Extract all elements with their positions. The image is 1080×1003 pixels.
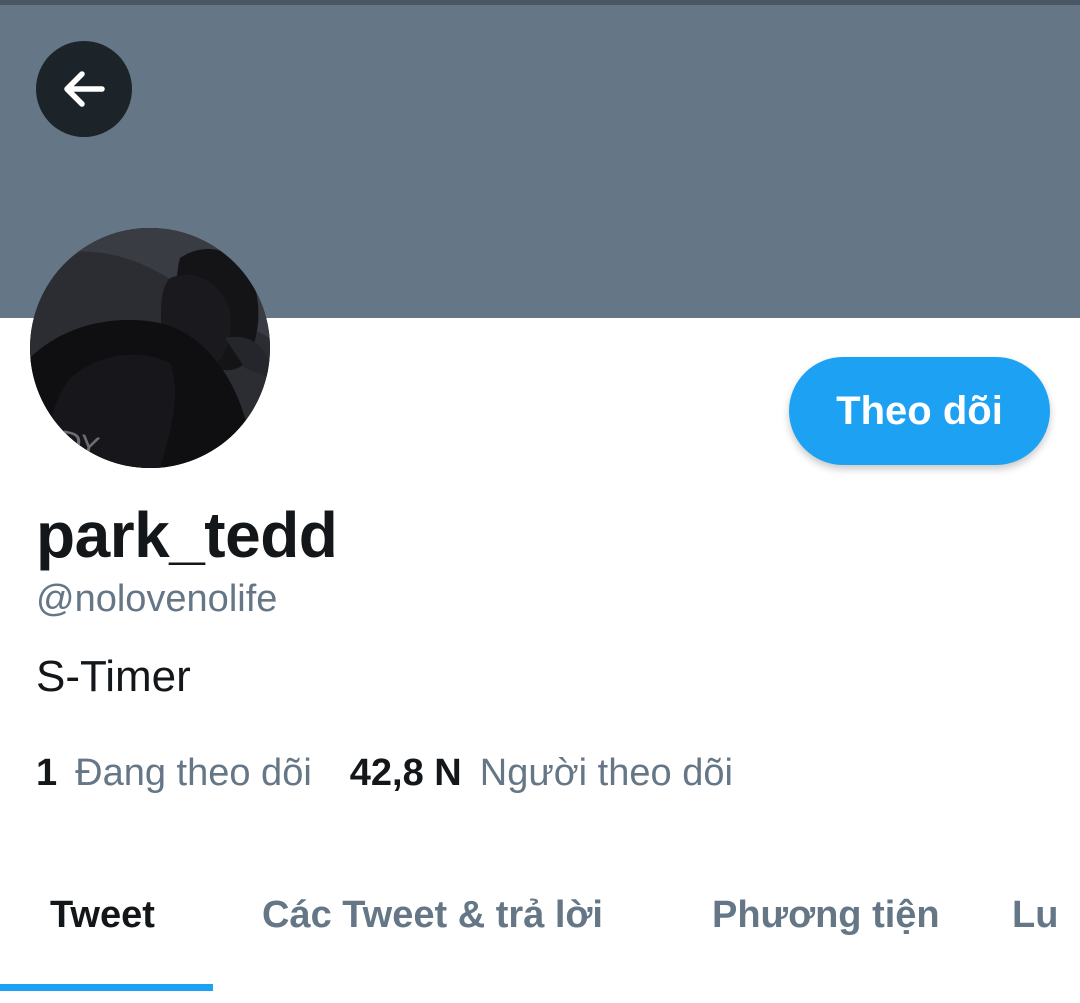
follow-button-label: Theo dõi: [836, 388, 1003, 433]
tab-tweets-and-replies[interactable]: Các Tweet & trả lời: [262, 894, 603, 937]
display-name: park_tedd: [36, 499, 338, 571]
profile-page: DDY Theo dõi park_tedd @nolovenolife S-T…: [0, 0, 1080, 1003]
active-tab-indicator: [0, 984, 213, 991]
profile-tabs: Tweet Các Tweet & trả lời Phương tiện Lu: [0, 866, 1080, 1003]
follow-stats: 1 Đang theo dõi 42,8 N Người theo dõi: [36, 752, 733, 795]
following-label: Đang theo dõi: [75, 752, 312, 794]
following-count: 1: [36, 752, 58, 794]
tab-likes[interactable]: Lu: [1012, 894, 1058, 937]
followers-count: 42,8 N: [349, 752, 462, 794]
arrow-left-icon: [58, 63, 110, 115]
tab-media[interactable]: Phương tiện: [712, 894, 940, 937]
avatar[interactable]: DDY: [30, 228, 270, 468]
following-stat[interactable]: 1 Đang theo dõi: [36, 752, 312, 795]
back-button[interactable]: [36, 41, 132, 137]
user-bio: S-Timer: [36, 652, 191, 701]
tab-tweets[interactable]: Tweet: [50, 894, 155, 937]
user-handle: @nolovenolife: [36, 578, 278, 620]
follow-button[interactable]: Theo dõi: [789, 357, 1050, 465]
followers-stat[interactable]: 42,8 N Người theo dõi: [350, 752, 733, 795]
followers-label: Người theo dõi: [479, 752, 733, 794]
